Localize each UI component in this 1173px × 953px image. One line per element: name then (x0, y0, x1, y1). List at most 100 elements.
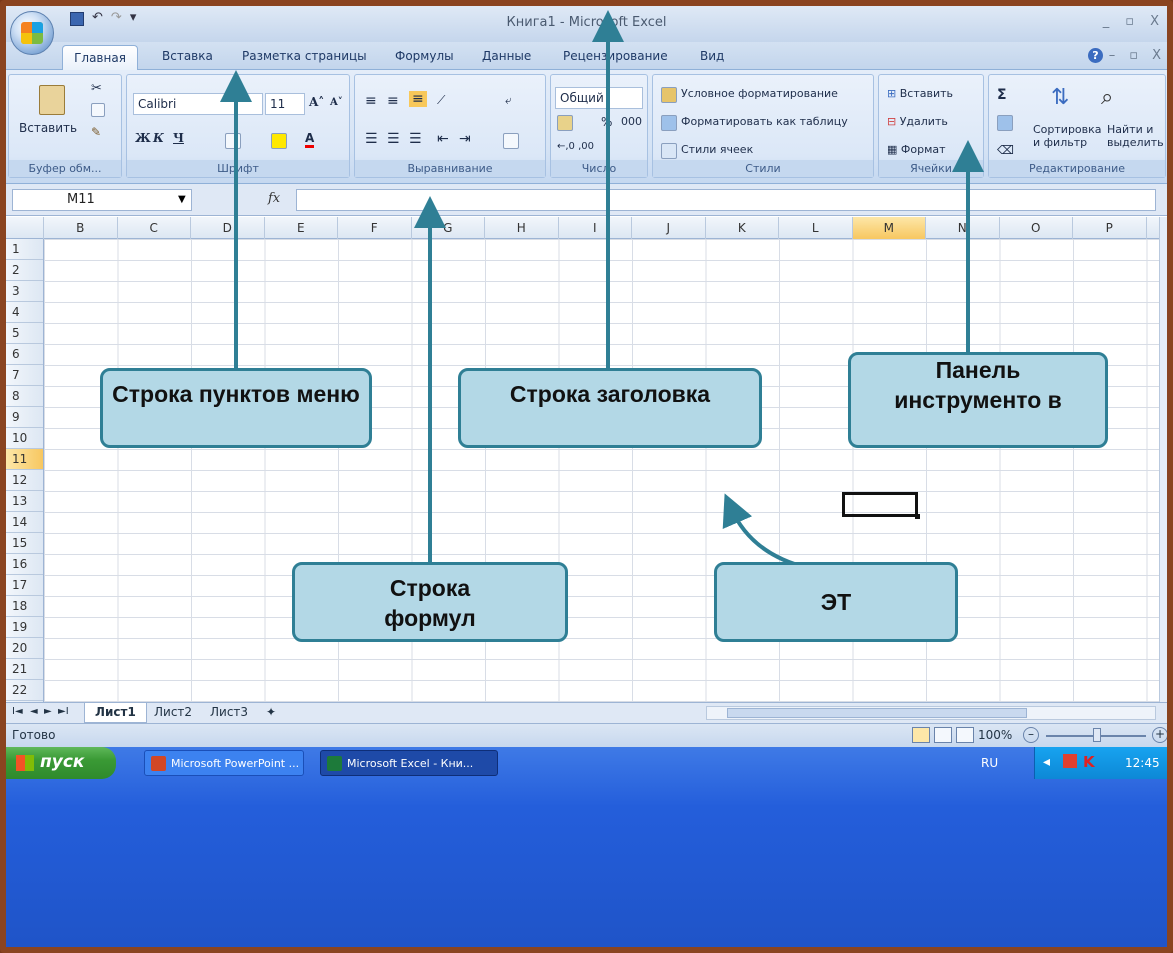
percent-button[interactable]: % (601, 115, 612, 129)
cut-icon[interactable]: ✂ (91, 81, 102, 96)
insert-cells-button[interactable]: ⊞ Вставить (887, 87, 953, 100)
column-header-h[interactable]: H (485, 217, 559, 239)
row-header-22[interactable]: 22 (6, 680, 43, 701)
wb-minimize-button[interactable]: – (1109, 48, 1116, 63)
row-header-9[interactable]: 9 (6, 407, 43, 428)
cell-grid[interactable] (44, 239, 1159, 702)
tab-review[interactable]: Рецензирование (563, 49, 668, 63)
sheet-tab-2[interactable]: Лист2 (144, 703, 202, 723)
page-layout-view-icon[interactable] (934, 727, 952, 743)
row-header-13[interactable]: 13 (6, 491, 43, 512)
align-bottom-icon[interactable]: ≡ (409, 91, 427, 107)
column-header-p[interactable]: P (1073, 217, 1147, 239)
delete-cells-button[interactable]: ⊟ Удалить (887, 115, 948, 128)
antivirus-icon[interactable]: K (1083, 753, 1095, 771)
sheet-tab-1[interactable]: Лист1 (84, 703, 147, 723)
normal-view-icon[interactable] (912, 727, 930, 743)
column-header-e[interactable]: E (265, 217, 338, 239)
insert-sheet-icon[interactable]: ✦ (256, 703, 286, 723)
row-header-7[interactable]: 7 (6, 365, 43, 386)
horizontal-scrollbar[interactable] (706, 706, 1156, 720)
conditional-format-button[interactable]: Условное форматирование (681, 87, 838, 100)
format-painter-icon[interactable]: ✎ (91, 125, 101, 139)
zoom-in-button[interactable]: + (1152, 727, 1167, 743)
bold-button[interactable]: Ж (135, 131, 151, 145)
column-header-k[interactable]: K (706, 217, 779, 239)
borders-icon[interactable] (225, 133, 241, 149)
language-indicator[interactable]: RU (981, 756, 998, 770)
row-header-19[interactable]: 19 (6, 617, 43, 638)
paste-button[interactable]: Вставить (19, 121, 77, 135)
font-size-select[interactable]: 11 (265, 93, 305, 115)
last-sheet-button[interactable]: ►I (58, 706, 69, 717)
page-break-view-icon[interactable] (956, 727, 974, 743)
tab-data[interactable]: Данные (482, 49, 531, 63)
row-header-11[interactable]: 11 (6, 449, 43, 470)
merge-cells-icon[interactable] (503, 133, 519, 149)
row-header-18[interactable]: 18 (6, 596, 43, 617)
align-left-icon[interactable]: ☰ (365, 131, 378, 147)
row-header-10[interactable]: 10 (6, 428, 43, 449)
column-header-d[interactable]: D (191, 217, 265, 239)
name-box[interactable]: M11 (12, 189, 192, 211)
tray-expand-icon[interactable]: ◂ (1043, 754, 1050, 770)
tab-insert[interactable]: Вставка (162, 49, 213, 63)
tab-page-layout[interactable]: Разметка страницы (242, 49, 367, 63)
cell-styles-button[interactable]: Стили ячеек (681, 143, 753, 156)
zoom-out-button[interactable]: – (1023, 727, 1039, 743)
font-name-select[interactable]: Calibri (133, 93, 263, 115)
decimal-buttons[interactable]: ←,0 ,00 (557, 141, 594, 152)
tab-view[interactable]: Вид (700, 49, 724, 63)
indent-decrease-icon[interactable]: ⇤ (437, 131, 449, 147)
select-all-corner[interactable] (6, 217, 44, 239)
align-center-icon[interactable]: ☰ (387, 131, 400, 147)
align-top-icon[interactable]: ≡ (365, 93, 377, 109)
column-header-m[interactable]: M (852, 217, 926, 239)
row-header-16[interactable]: 16 (6, 554, 43, 575)
wb-restore-button[interactable]: ▫ (1129, 48, 1138, 63)
orientation-icon[interactable]: ⟋ (437, 93, 445, 108)
start-button[interactable]: пуск (6, 747, 116, 779)
column-header-i[interactable]: I (559, 217, 632, 239)
wb-close-button[interactable]: X (1152, 48, 1161, 63)
format-cells-button[interactable]: ▦ Формат (887, 143, 946, 156)
prev-sheet-button[interactable]: ◄ (30, 706, 38, 717)
first-sheet-button[interactable]: I◄ (12, 706, 23, 717)
thousands-button[interactable]: 000 (621, 115, 642, 128)
column-header-g[interactable]: G (412, 217, 485, 239)
row-header-5[interactable]: 5 (6, 323, 43, 344)
active-cell[interactable] (842, 492, 920, 519)
restore-button[interactable]: ▫ (1125, 14, 1134, 29)
row-header-15[interactable]: 15 (6, 533, 43, 554)
name-box-dropdown-icon[interactable]: ▼ (178, 194, 186, 205)
tab-formulas[interactable]: Формулы (395, 49, 454, 63)
insert-function-button[interactable]: fx (268, 191, 280, 206)
shrink-font-button[interactable]: A˅ (330, 97, 343, 108)
taskbar-excel[interactable]: Microsoft Excel - Кни... (320, 750, 498, 776)
taskbar-powerpoint[interactable]: Microsoft PowerPoint ... (144, 750, 304, 776)
copy-icon[interactable] (91, 103, 105, 117)
column-header-j[interactable]: J (632, 217, 706, 239)
column-header-l[interactable]: L (779, 217, 853, 239)
zoom-slider-thumb[interactable] (1093, 728, 1101, 742)
row-header-12[interactable]: 12 (6, 470, 43, 491)
wrap-text-icon[interactable]: ⤶ (505, 93, 512, 108)
help-icon[interactable]: ? (1088, 48, 1103, 63)
minimize-button[interactable]: _ (1103, 14, 1110, 29)
paste-icon[interactable] (39, 85, 65, 115)
number-format-select[interactable]: Общий (555, 87, 643, 109)
underline-button[interactable]: Ч (173, 131, 184, 145)
close-button[interactable]: X (1150, 14, 1159, 29)
column-header-n[interactable]: N (926, 217, 1000, 239)
autosum-button[interactable]: Σ (997, 87, 1007, 103)
row-header-17[interactable]: 17 (6, 575, 43, 596)
align-right-icon[interactable]: ☰ (409, 131, 422, 147)
row-header-4[interactable]: 4 (6, 302, 43, 323)
row-header-8[interactable]: 8 (6, 386, 43, 407)
currency-icon[interactable] (557, 115, 573, 131)
fill-icon[interactable] (997, 115, 1013, 131)
row-header-2[interactable]: 2 (6, 260, 43, 281)
clear-icon[interactable]: ⌫ (997, 143, 1014, 157)
font-color-button[interactable]: A (305, 131, 315, 148)
column-header-f[interactable]: F (338, 217, 412, 239)
